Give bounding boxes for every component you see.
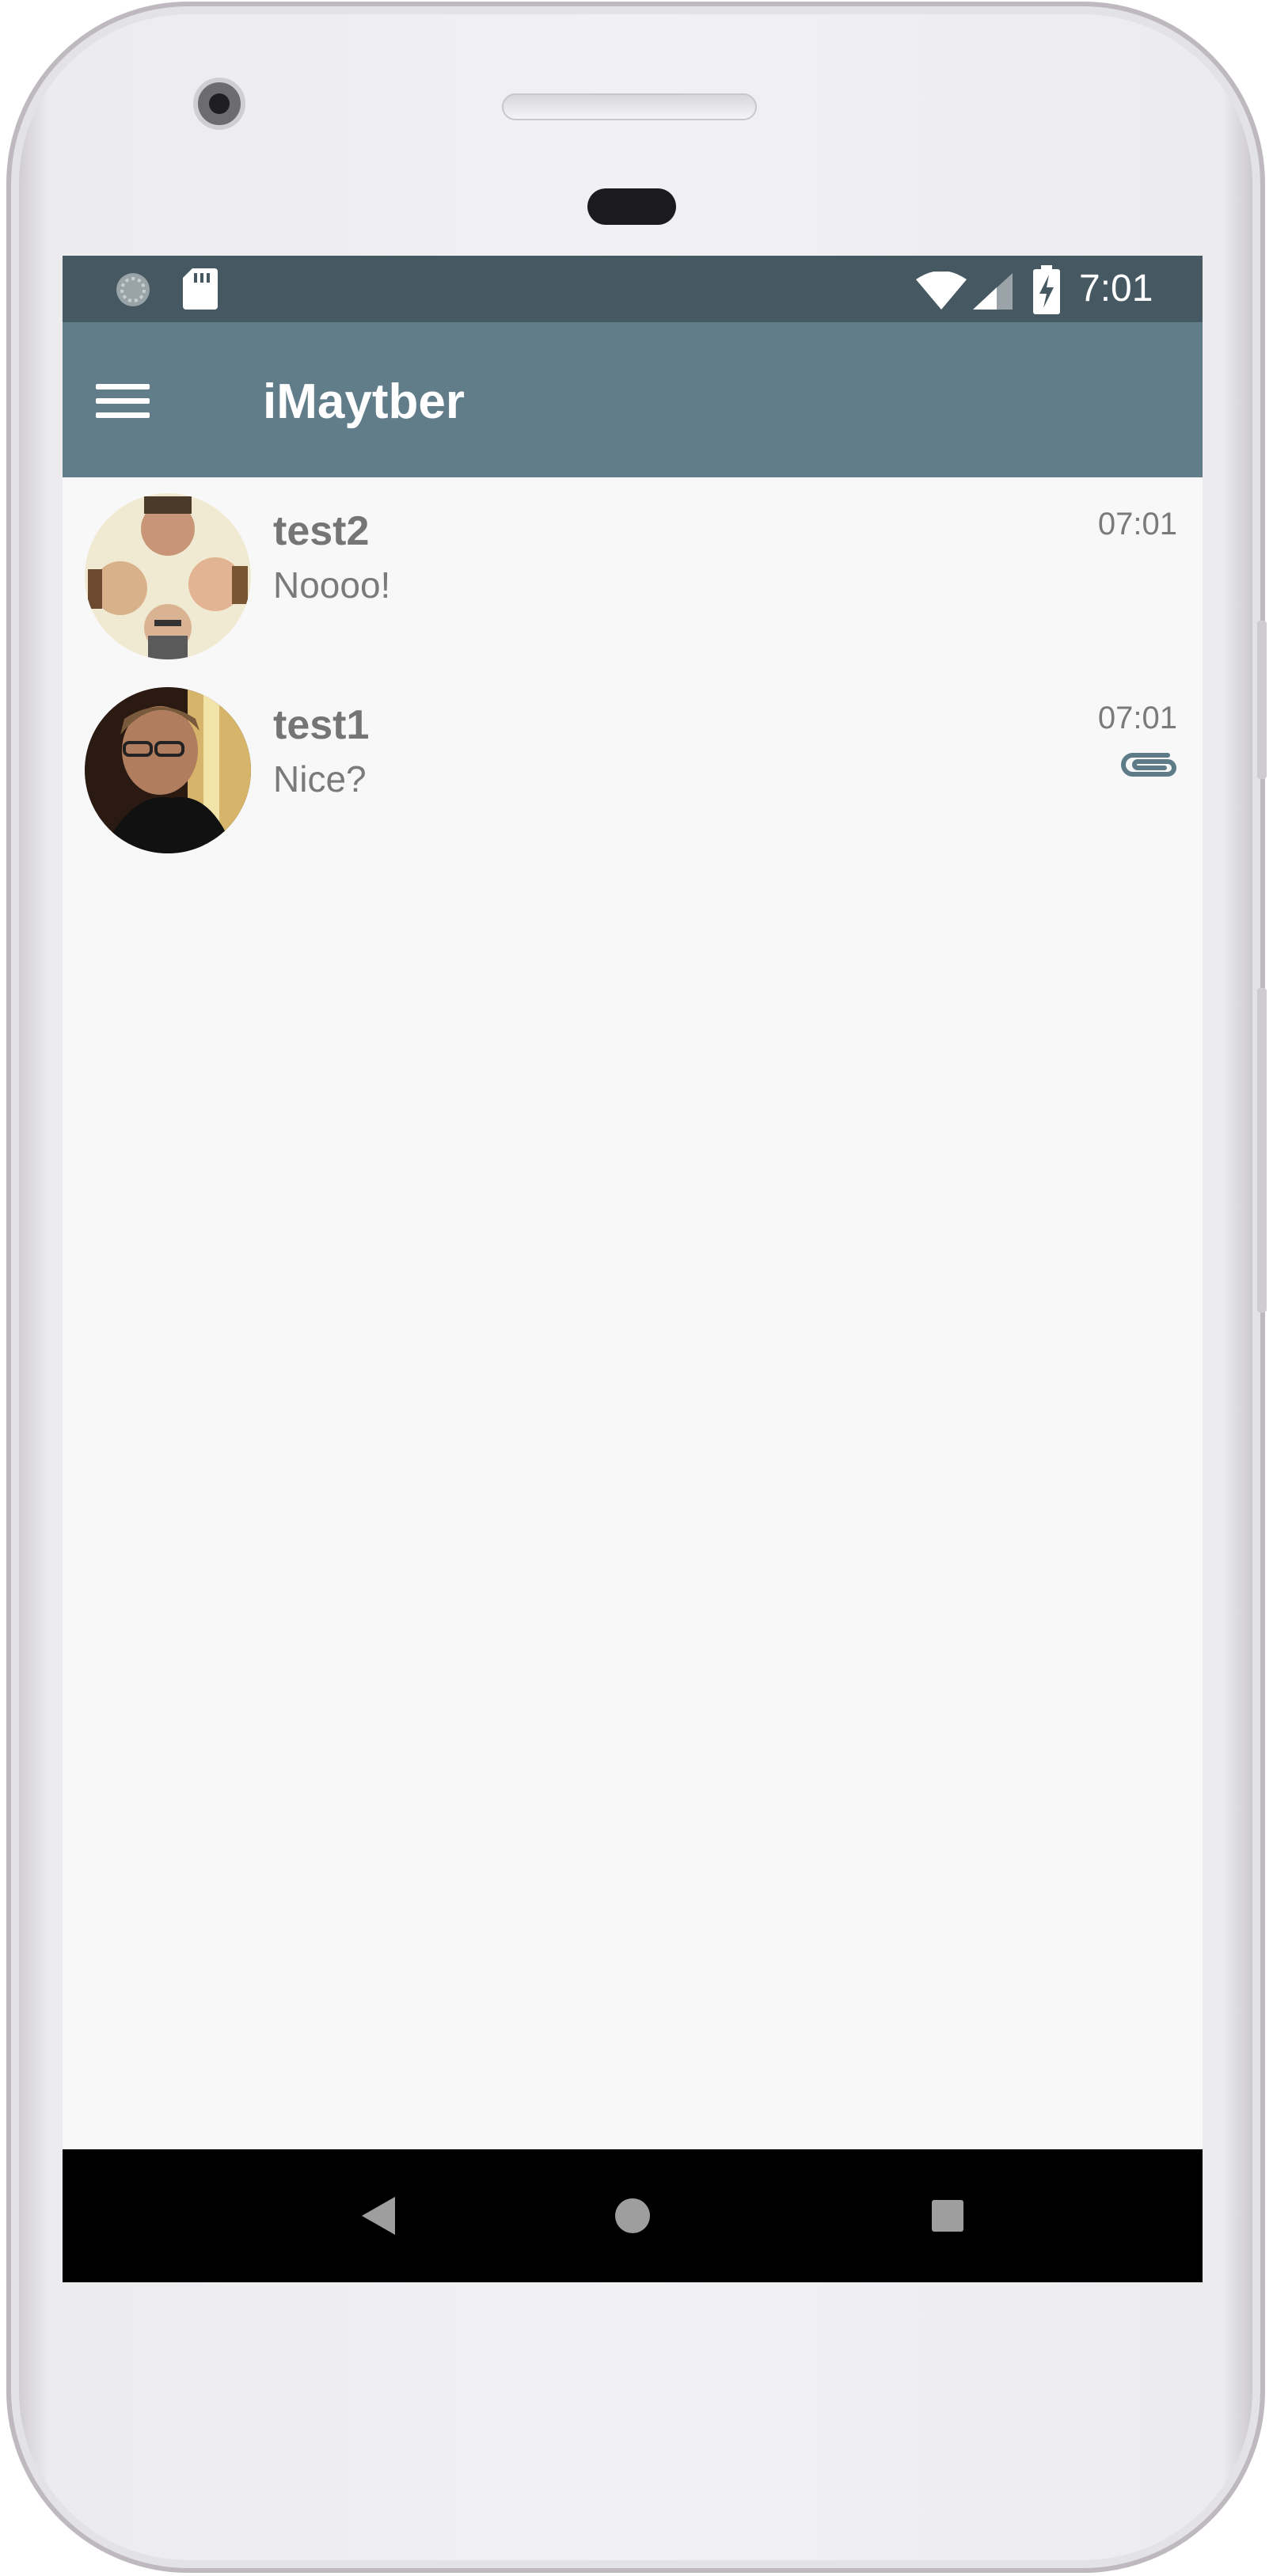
chat-time: 07:01 xyxy=(1097,701,1177,735)
chat-item-test2[interactable]: test2 Noooo! 07:01 xyxy=(63,477,1203,671)
volume-rocker xyxy=(1257,988,1267,1313)
avatar xyxy=(85,493,251,659)
cell-signal-icon xyxy=(973,273,1013,310)
chat-preview: Nice? xyxy=(273,758,367,800)
battery-charging-icon xyxy=(1033,265,1060,314)
screen: 7:01 iMaytber test2 Noooo! 07:01 test1 N… xyxy=(63,256,1203,2282)
sync-icon xyxy=(116,273,150,306)
menu-icon[interactable] xyxy=(96,373,151,428)
proximity-sensor xyxy=(587,188,676,225)
chat-item-test1[interactable]: test1 Nice? 07:01 xyxy=(63,671,1203,865)
status-bar: 7:01 xyxy=(63,256,1203,322)
chat-name: test2 xyxy=(273,508,370,554)
earpiece-speaker xyxy=(502,93,757,120)
status-time: 7:01 xyxy=(1079,268,1153,310)
sd-card-icon xyxy=(183,268,218,310)
chat-name: test1 xyxy=(273,702,370,748)
app-bar: iMaytber xyxy=(63,322,1203,477)
nav-bar xyxy=(63,2149,1203,2282)
chat-preview: Noooo! xyxy=(273,564,391,606)
chat-list: test2 Noooo! 07:01 test1 Nice? 07:01 xyxy=(63,477,1203,865)
wifi-icon xyxy=(916,272,967,310)
chat-time: 07:01 xyxy=(1097,507,1177,541)
power-button xyxy=(1257,621,1267,779)
app-title: iMaytber xyxy=(263,374,465,429)
home-icon[interactable] xyxy=(569,2149,696,2282)
attachment-icon xyxy=(1121,753,1176,777)
back-icon[interactable] xyxy=(316,2149,443,2282)
recents-icon[interactable] xyxy=(884,2149,1011,2282)
avatar xyxy=(85,687,251,853)
front-camera xyxy=(193,78,245,130)
